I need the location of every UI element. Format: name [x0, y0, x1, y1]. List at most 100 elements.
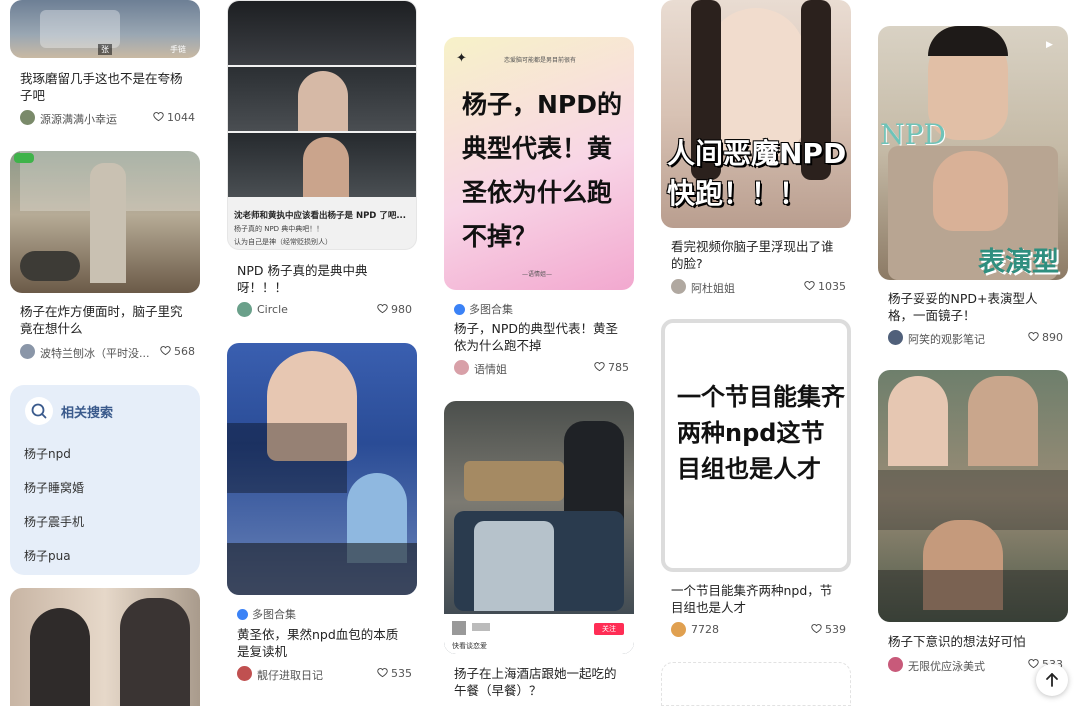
like-number: 1035 — [818, 280, 846, 293]
note-title[interactable]: 黄圣依，果然npd血包的本质是复读机 — [237, 626, 409, 660]
collection-icon — [237, 609, 248, 620]
like-number: 980 — [391, 303, 412, 316]
cover-caption: 认为自己是神（经常贬损别人） — [234, 238, 332, 246]
note-cover-image[interactable]: 张 手链 — [10, 0, 200, 58]
badge-label: 多图合集 — [252, 608, 296, 621]
note-cover-image[interactable]: 关注 快看谈恋爱 — [444, 401, 634, 654]
author-name[interactable]: 7728 — [691, 623, 801, 636]
cover-footer: —语情姐— — [522, 271, 553, 278]
multi-image-badge: 多图合集 — [237, 606, 296, 622]
note-cover-image[interactable]: 沈老师和黄执中应该看出杨子是 NPD 了吧... 杨子真的 NPD 典中典吧！！… — [227, 0, 417, 250]
heart-icon — [804, 281, 815, 291]
note-title[interactable]: 一个节目能集齐两种npd，节目组也是人才 — [671, 582, 843, 616]
related-search-title: 相关搜索 — [61, 406, 114, 421]
note-meta: 阿杜姐姐 1035 — [671, 279, 846, 295]
avatar[interactable] — [20, 344, 35, 359]
related-search-item[interactable]: 杨子pua — [24, 547, 71, 564]
avatar[interactable] — [237, 666, 252, 681]
heart-icon — [160, 346, 171, 356]
like-number: 890 — [1042, 331, 1063, 344]
heart-icon — [377, 668, 388, 678]
collection-icon — [454, 304, 465, 315]
note-meta: 阿笑的观影笔记 890 — [888, 330, 1063, 346]
video-play-icon[interactable]: ▶ — [1046, 40, 1053, 50]
like-count[interactable]: 568 — [160, 345, 195, 358]
cover-headline: 人间恶魔NPD快跑！！！ — [667, 137, 847, 210]
note-meta: 波特兰刨冰（平时没... 568 — [20, 344, 195, 360]
note-title[interactable]: 杨子，NPD的典型代表！黄圣依为什么跑不掉 — [454, 320, 626, 354]
heart-icon — [594, 362, 605, 372]
note-cover-image[interactable] — [227, 343, 417, 595]
follow-button[interactable]: 关注 — [594, 623, 624, 635]
like-number: 1044 — [167, 111, 195, 124]
overlay-text: 手链 — [170, 45, 186, 54]
like-count[interactable]: 539 — [811, 623, 846, 636]
avatar[interactable] — [454, 360, 469, 375]
cover-caption: 杨子真的 NPD 典中典吧！！ — [234, 225, 324, 233]
back-to-top-button[interactable] — [1036, 664, 1068, 696]
cover-headline: 杨子，NPD的典型代表！黄圣依为什么跑不掉？ — [462, 90, 622, 251]
note-meta: 源源满满小幸运 1044 — [20, 110, 195, 126]
heart-icon — [811, 624, 822, 634]
note-meta: 语情姐 785 — [454, 360, 629, 376]
note-title[interactable]: 我琢磨留几手这也不是在夸杨子吧 — [20, 70, 192, 104]
like-count[interactable]: 1035 — [804, 280, 846, 293]
note-cover-image[interactable]: 一个节目能集齐两种npd这节目组也是人才 — [661, 319, 851, 572]
avatar[interactable] — [237, 302, 252, 317]
author-name[interactable]: 阿杜姐姐 — [691, 280, 801, 296]
cover-caption: 沈老师和黄执中应该看出杨子是 NPD 了吧... — [234, 211, 407, 221]
like-count[interactable]: 535 — [377, 667, 412, 680]
related-search-item[interactable]: 杨子震手机 — [24, 513, 84, 530]
related-search-panel: 相关搜索 杨子npd 杨子睡窝婚 杨子震手机 杨子pua — [10, 385, 200, 575]
like-number: 539 — [825, 623, 846, 636]
heart-icon — [153, 112, 164, 122]
note-cover-image[interactable] — [10, 588, 200, 706]
cover-overlay-npd: NPD — [880, 118, 946, 151]
like-count[interactable]: 980 — [377, 303, 412, 316]
note-meta: Circle 980 — [237, 302, 412, 318]
heart-icon — [1028, 332, 1039, 342]
heart-icon — [377, 304, 388, 314]
avatar[interactable] — [888, 330, 903, 345]
cover-overlay-show: 表演型 — [978, 247, 1059, 278]
avatar[interactable] — [671, 622, 686, 637]
cover-headline: 一个节目能集齐两种npd这节目组也是人才 — [677, 383, 845, 483]
multi-image-badge: 多图合集 — [454, 301, 513, 317]
cover-caption: 快看谈恋爱 — [452, 642, 487, 650]
author-name[interactable]: 源源满满小幸运 — [40, 111, 150, 127]
search-icon[interactable] — [25, 397, 53, 425]
note-title[interactable]: 扬子在上海酒店跟她一起吃的午餐（早餐）？ — [454, 665, 626, 699]
avatar[interactable] — [888, 657, 903, 672]
note-cover-image[interactable]: ▶ NPD 表演型 — [878, 26, 1068, 280]
author-name[interactable]: 阿笑的观影笔记 — [908, 331, 1018, 347]
related-search-item[interactable]: 杨子npd — [24, 445, 71, 462]
arrow-up-icon — [1046, 673, 1058, 687]
avatar[interactable] — [671, 279, 686, 294]
author-name[interactable]: 波特兰刨冰（平时没... — [40, 345, 150, 361]
sparkle-icon: ✦ — [456, 51, 467, 66]
author-name[interactable]: 无限优应泳美式 — [908, 658, 1018, 674]
note-cover-image[interactable] — [10, 151, 200, 293]
note-cover-image[interactable]: ✦ 恋爱脑可能都是男目前很有 杨子，NPD的典型代表！黄圣依为什么跑不掉？ —语… — [444, 37, 634, 290]
note-title[interactable]: 杨子妥妥的NPD+表演型人格，一面镜子！ — [888, 290, 1060, 324]
avatar[interactable] — [20, 110, 35, 125]
note-title[interactable]: 杨子在炸方便面时，脑子里究竟在想什么 — [20, 303, 192, 337]
like-count[interactable]: 785 — [594, 361, 629, 374]
overlay-text: 张 — [98, 44, 112, 55]
note-title[interactable]: 看完视频你脑子里浮现出了谁的脸? — [671, 238, 843, 272]
author-name[interactable]: 语情姐 — [474, 361, 584, 377]
note-title[interactable]: NPD 杨子真的是典中典呀！！！ — [237, 262, 409, 296]
author-name[interactable]: Circle — [257, 303, 367, 316]
like-count[interactable]: 890 — [1028, 331, 1063, 344]
related-search-item[interactable]: 杨子睡窝婚 — [24, 479, 84, 496]
note-meta: 7728 539 — [671, 622, 846, 638]
cover-kicker: 恋爱脑可能都是男目前很有 — [504, 57, 577, 64]
note-cover-image[interactable]: 人间恶魔NPD快跑！！！ — [661, 0, 851, 228]
note-meta: 靓仔进取日记 535 — [237, 666, 412, 682]
note-cover-image[interactable] — [878, 370, 1068, 622]
like-number: 568 — [174, 345, 195, 358]
note-title[interactable]: 杨子下意识的想法好可怕 — [888, 633, 1060, 650]
like-count[interactable]: 1044 — [153, 111, 195, 124]
note-cover-image[interactable] — [661, 662, 851, 706]
author-name[interactable]: 靓仔进取日记 — [257, 667, 367, 683]
